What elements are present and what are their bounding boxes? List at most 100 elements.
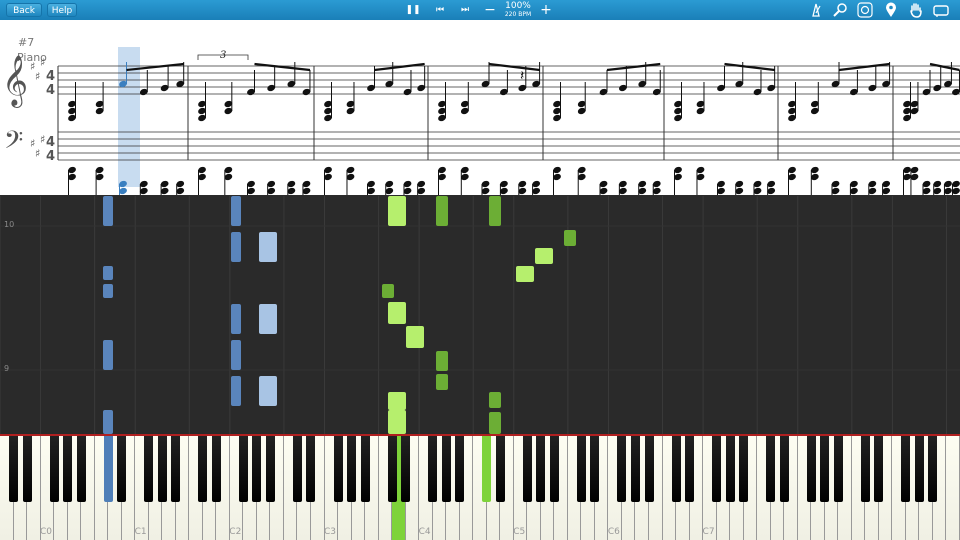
black-key[interactable]: [401, 436, 411, 502]
staff-notation: 𝄞𝄢♯♯♯♯♯♯44443𝄽: [2, 47, 960, 195]
falling-note: [231, 304, 241, 334]
sharp-sign: ♯: [40, 133, 45, 146]
black-key[interactable]: [914, 436, 924, 502]
beam: [374, 62, 425, 72]
search-icon[interactable]: [832, 2, 848, 18]
black-key[interactable]: [806, 436, 816, 502]
black-key[interactable]: [76, 436, 86, 502]
black-key[interactable]: [725, 436, 735, 502]
black-key[interactable]: [211, 436, 221, 502]
black-key[interactable]: [252, 436, 262, 502]
black-key[interactable]: [265, 436, 275, 502]
beam: [606, 62, 661, 72]
white-key[interactable]: [946, 436, 960, 540]
black-key[interactable]: [63, 436, 73, 502]
falling-note: [231, 376, 241, 406]
falling-note: [382, 284, 394, 298]
octave-label: C1: [134, 527, 147, 537]
next-button[interactable]: ⏭: [455, 0, 475, 20]
black-key[interactable]: [482, 436, 492, 502]
black-key[interactable]: [22, 436, 32, 502]
black-key[interactable]: [455, 436, 465, 502]
falling-note: [388, 196, 406, 226]
black-key[interactable]: [712, 436, 722, 502]
black-key[interactable]: [292, 436, 302, 502]
falling-note: [231, 340, 241, 370]
black-key[interactable]: [495, 436, 505, 502]
black-key[interactable]: [590, 436, 600, 502]
black-key[interactable]: [360, 436, 370, 502]
falling-note: [489, 196, 501, 226]
sharp-sign: ♯: [40, 56, 45, 69]
sheet-music-panel[interactable]: #7 Piano 𝄞 𝄢 ♯ ♯ ♯ ♯ ♯ ♯ 4 4 4 4 3 𝄽: [0, 20, 960, 195]
piano-keyboard[interactable]: C0 C1 C2 C3 C4 C5 C6 C7: [0, 434, 960, 540]
measure-label-10: 10: [4, 220, 15, 229]
black-key[interactable]: [685, 436, 695, 502]
help-button[interactable]: Help: [47, 3, 77, 17]
falling-note: [103, 266, 113, 280]
black-key[interactable]: [333, 436, 343, 502]
zoom-label: 100%: [505, 1, 531, 11]
black-key[interactable]: [928, 436, 938, 502]
black-key[interactable]: [103, 436, 113, 502]
note-lanes: [0, 196, 960, 434]
note-head: [952, 88, 960, 96]
black-key[interactable]: [238, 436, 248, 502]
falling-note: [259, 232, 277, 262]
black-key[interactable]: [157, 436, 167, 502]
metronome-icon[interactable]: [808, 2, 824, 18]
black-key[interactable]: [617, 436, 627, 502]
black-key[interactable]: [630, 436, 640, 502]
black-key[interactable]: [171, 436, 181, 502]
black-key[interactable]: [306, 436, 316, 502]
keyboard-icon[interactable]: [933, 2, 949, 18]
falling-note: [103, 196, 113, 226]
falling-note: [259, 376, 277, 406]
falling-note: [103, 340, 113, 370]
black-key[interactable]: [347, 436, 357, 502]
black-key[interactable]: [833, 436, 843, 502]
black-key[interactable]: [644, 436, 654, 502]
black-key[interactable]: [820, 436, 830, 502]
black-key[interactable]: [522, 436, 532, 502]
tuplet-label: 3: [220, 50, 226, 61]
falling-note: [564, 230, 576, 246]
back-button[interactable]: Back: [6, 3, 42, 17]
falling-note: [436, 196, 448, 226]
falling-note: [489, 412, 501, 434]
hand-icon[interactable]: [908, 2, 924, 18]
black-key[interactable]: [536, 436, 546, 502]
black-key[interactable]: [576, 436, 586, 502]
black-key[interactable]: [860, 436, 870, 502]
black-key[interactable]: [549, 436, 559, 502]
previous-button[interactable]: ⏮: [430, 0, 450, 20]
loop-icon[interactable]: [857, 2, 873, 18]
location-pin-icon[interactable]: [883, 2, 899, 18]
beam: [929, 62, 960, 72]
pause-button[interactable]: ❚❚: [403, 0, 423, 20]
tempo-increase-button[interactable]: +: [538, 0, 554, 20]
falling-note: [535, 248, 553, 264]
black-key[interactable]: [117, 436, 127, 502]
tempo-display: 100% 220 BPM: [498, 1, 538, 19]
black-key[interactable]: [9, 436, 19, 502]
black-key[interactable]: [874, 436, 884, 502]
black-key[interactable]: [198, 436, 208, 502]
black-key[interactable]: [739, 436, 749, 502]
black-key[interactable]: [766, 436, 776, 502]
black-key[interactable]: [387, 436, 397, 502]
falling-note: [436, 351, 448, 371]
black-key[interactable]: [901, 436, 911, 502]
black-key[interactable]: [144, 436, 154, 502]
black-key[interactable]: [428, 436, 438, 502]
black-key[interactable]: [441, 436, 451, 502]
falling-notes-roll: 10 9: [0, 196, 960, 434]
black-key[interactable]: [779, 436, 789, 502]
falling-note: [388, 392, 406, 410]
falling-note: [516, 266, 534, 282]
black-key[interactable]: [671, 436, 681, 502]
beam: [488, 62, 540, 72]
black-key[interactable]: [49, 436, 59, 502]
tempo-decrease-button[interactable]: −: [482, 0, 498, 20]
tempo-label: 220 BPM: [504, 11, 532, 18]
